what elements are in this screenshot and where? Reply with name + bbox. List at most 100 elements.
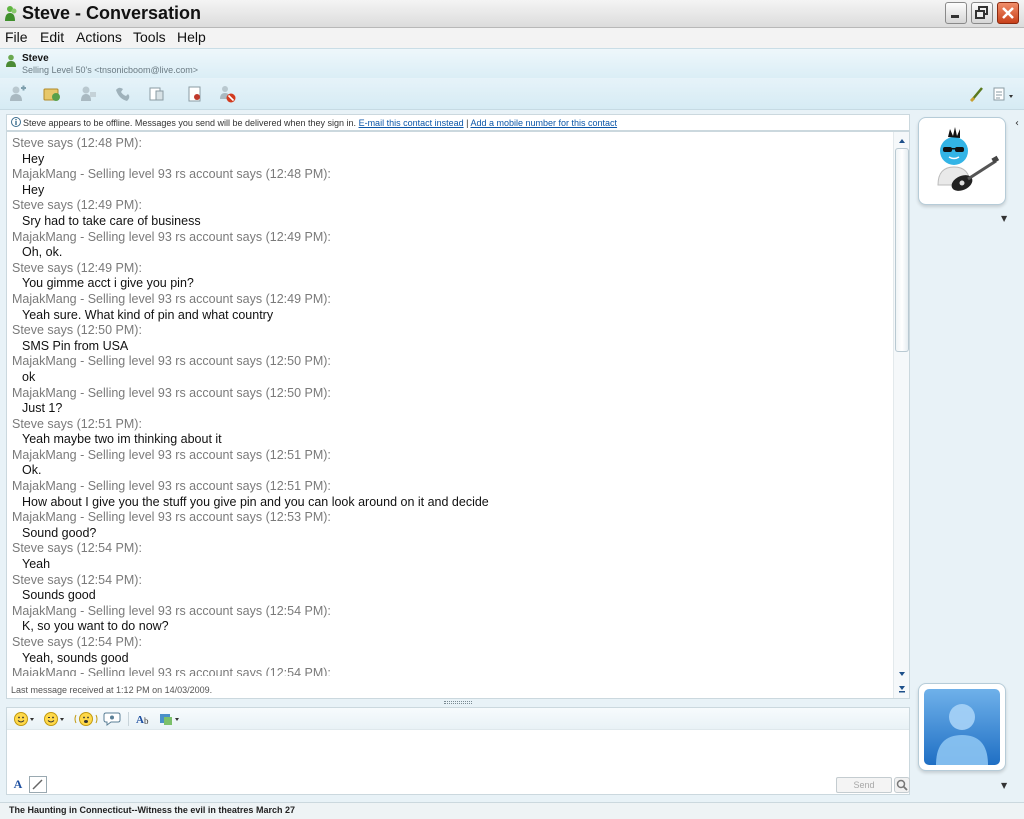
emoticon-icon[interactable] — [13, 711, 37, 727]
menu-bar: File Edit Actions Tools Help — [0, 28, 1024, 48]
font-icon[interactable]: Ab — [135, 711, 153, 727]
menu-help[interactable]: Help — [177, 29, 206, 45]
message-sender-header: Steve says (12:54 PM): — [12, 635, 142, 649]
message-input-area: Ab A Send — [6, 707, 910, 795]
message-text: Hey — [22, 182, 45, 197]
message-text: Sounds good — [22, 588, 96, 603]
message-text: Yeah — [22, 557, 51, 572]
message-text: Sry had to take care of business — [22, 213, 201, 228]
message-sender-header: MajakMang - Selling level 93 rs account … — [12, 479, 331, 494]
contact-display-picture[interactable] — [918, 117, 1006, 205]
advertisement-bar: The Haunting in Connecticut--Witness the… — [0, 802, 1024, 819]
own-display-picture[interactable] — [918, 683, 1006, 771]
message-text: Yeah sure. What kind of pin and what cou… — [22, 307, 274, 322]
paint-icon[interactable] — [968, 84, 988, 104]
advertisement-link[interactable]: The Haunting in Connecticut--Witness the… — [9, 805, 295, 815]
message-sender-header: MajakMang - Selling level 93 rs account … — [12, 167, 331, 182]
contact-avatar — [924, 123, 1000, 199]
message-sender-header: MajakMang - Selling level 93 rs account … — [12, 229, 331, 244]
contact-picture-dropdown-icon[interactable]: ▼ — [1001, 214, 1007, 223]
add-mobile-link[interactable]: Add a mobile number for this contact — [470, 118, 617, 128]
pane-splitter[interactable] — [6, 699, 910, 707]
message-text: You gimme acct i give you pin? — [22, 276, 194, 291]
video-call-icon[interactable] — [78, 84, 98, 104]
collapse-panel-icon[interactable]: ‹ — [1015, 118, 1019, 129]
message-sender-header: Steve says (12:51 PM): — [12, 416, 142, 431]
close-button[interactable] — [997, 2, 1019, 24]
menu-edit[interactable]: Edit — [40, 29, 64, 45]
block-icon[interactable] — [218, 84, 238, 104]
handwrite-mode-button[interactable] — [29, 776, 47, 793]
compose-input[interactable] — [7, 732, 909, 776]
message-sender-header: MajakMang - Selling level 93 rs account … — [12, 385, 331, 400]
message-list: Steve says (12:48 PM): Hey MajakMang - Sel… — [12, 136, 892, 676]
input-footer: A Send — [7, 776, 910, 794]
message-sender-header: MajakMang - Selling level 93 rs account … — [12, 510, 331, 525]
menu-file[interactable]: File — [5, 29, 28, 45]
message-text: Just 1? — [22, 401, 63, 416]
maximize-button[interactable] — [971, 2, 993, 24]
message-sender-header: MajakMang - Selling level 93 rs account … — [12, 291, 331, 306]
message-sender-header: MajakMang - Selling level 93 rs account … — [12, 603, 331, 618]
window-title: Steve - Conversation — [22, 3, 202, 23]
guitarist-avatar-icon — [924, 123, 1000, 199]
title-bar: Steve - Conversation — [0, 0, 1024, 28]
invite-icon[interactable] — [8, 84, 28, 104]
chat-scrollbar[interactable] — [893, 132, 909, 698]
search-button[interactable] — [894, 777, 910, 793]
message-text: Hey — [22, 151, 45, 166]
call-icon[interactable] — [113, 84, 133, 104]
send-button[interactable]: Send — [836, 777, 892, 793]
contact-name: Steve — [22, 53, 49, 64]
message-sender-header: Steve says (12:49 PM): — [12, 260, 142, 275]
activities-icon[interactable] — [185, 84, 205, 104]
scroll-down-icon[interactable] — [897, 669, 907, 679]
minimize-icon — [951, 15, 959, 18]
own-picture-dropdown-icon[interactable]: ▼ — [1001, 781, 1007, 790]
offline-notice-text: Steve appears to be offline. Messages yo… — [23, 118, 357, 128]
message-sender-header: Steve says (12:49 PM): — [12, 198, 142, 213]
svg-text:b: b — [144, 716, 149, 726]
wink-icon[interactable] — [43, 711, 67, 727]
input-toolbar: Ab — [7, 708, 909, 730]
contact-status-icon — [6, 54, 16, 67]
nudge-icon[interactable] — [74, 711, 98, 727]
message-text: How about I give you the stuff you give … — [22, 494, 489, 509]
scroll-up-icon[interactable] — [897, 136, 907, 146]
chat-history[interactable]: Steve says (12:48 PM): Hey MajakMang - Sel… — [6, 131, 910, 699]
own-avatar — [924, 689, 1000, 765]
message-text: Ok. — [22, 463, 42, 478]
voice-clip-icon[interactable] — [103, 711, 121, 727]
message-text: Yeah, sounds good — [22, 650, 129, 665]
menu-actions[interactable]: Actions — [76, 29, 122, 45]
type-mode-button[interactable]: A — [9, 777, 27, 793]
message-text: ok — [22, 369, 36, 384]
messenger-buddy-icon — [5, 6, 17, 21]
message-sender-header: Steve says (12:50 PM): — [12, 323, 142, 338]
minimize-button[interactable] — [945, 2, 967, 24]
last-message-status: Last message received at 1:12 PM on 14/0… — [11, 685, 213, 695]
email-contact-link[interactable]: E-mail this contact instead — [359, 118, 464, 128]
scroll-thumb[interactable] — [895, 148, 909, 352]
message-sender-header: Steve says (12:54 PM): — [12, 572, 142, 587]
message-text: SMS Pin from USA — [22, 338, 129, 353]
menu-tools[interactable]: Tools — [133, 29, 166, 45]
default-user-icon — [924, 689, 1000, 765]
link-separator: | — [466, 118, 469, 128]
restore-icon — [975, 6, 988, 19]
offline-notice: Steve appears to be offline. Messages yo… — [6, 114, 910, 131]
share-files-icon[interactable] — [42, 84, 62, 104]
splitter-grip[interactable] — [444, 701, 472, 704]
close-icon — [1002, 7, 1014, 19]
background-icon[interactable] — [159, 711, 183, 727]
message-text: Oh, ok. — [22, 245, 63, 260]
message-text: Sound good? — [22, 525, 97, 540]
games-icon[interactable] — [147, 84, 167, 104]
message-sender-header: MajakMang - Selling level 93 rs account … — [12, 354, 331, 369]
contact-header: Steve Selling Level 50's <tnsonicboom@li… — [0, 48, 1024, 78]
info-icon — [11, 117, 21, 127]
search-icon — [896, 779, 908, 791]
scroll-end-icon[interactable] — [897, 684, 907, 694]
message-sender-header: MajakMang - Selling level 93 rs account … — [12, 447, 331, 462]
menu-icon[interactable] — [992, 84, 1018, 104]
